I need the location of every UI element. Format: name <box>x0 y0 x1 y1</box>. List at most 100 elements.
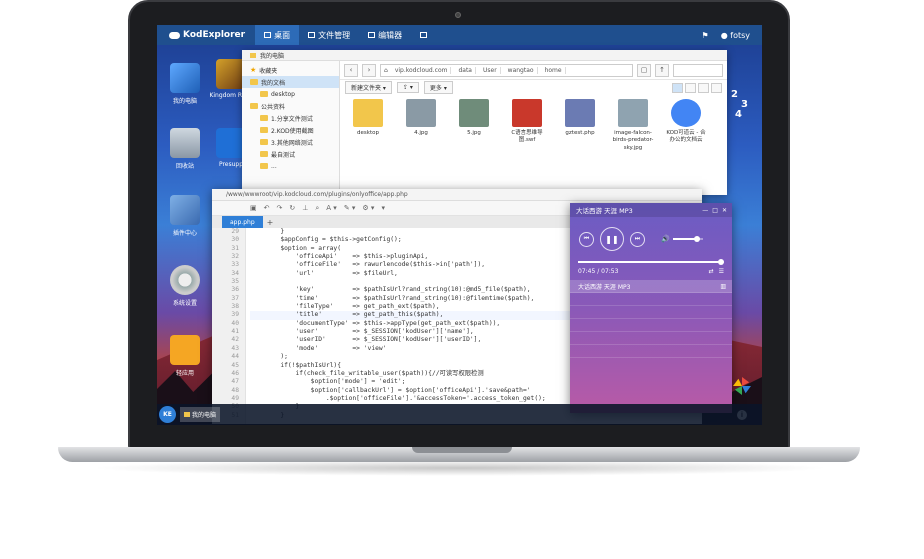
tree-label: ... <box>271 162 277 170</box>
brush-icon[interactable]: ✎ ▾ <box>344 204 356 212</box>
breadcrumb-item[interactable]: User <box>480 66 501 74</box>
settings-icon[interactable]: ⚙ ▾ <box>362 204 374 212</box>
window-title-bar[interactable]: 我的电脑 <box>242 50 727 61</box>
file-item[interactable]: 5.jpg <box>452 99 496 152</box>
split-view-button[interactable] <box>698 82 709 93</box>
tree-item[interactable]: 1.分享文件测试 <box>242 112 339 124</box>
desktop-icon-settings[interactable]: 系统设置 <box>161 265 209 307</box>
close-icon[interactable]: ✕ <box>722 207 727 214</box>
nav-tab-label: 文件管理 <box>318 30 351 40</box>
progress-bar[interactable] <box>578 259 725 265</box>
start-button[interactable]: KE <box>159 406 176 423</box>
grid-view-button[interactable] <box>672 82 683 93</box>
add-tab-icon[interactable]: + <box>267 218 274 227</box>
flag-icon[interactable]: ⚑ <box>702 31 709 40</box>
top-nav: KodExplorer 桌面 文件管理 编辑器 ⚑ ● fotsy <box>157 25 762 45</box>
redo-icon[interactable]: ↷ <box>277 204 283 212</box>
file-item[interactable]: desktop <box>346 99 390 152</box>
tree-item[interactable]: 最自测试 <box>242 148 339 160</box>
nav-tab-desktop[interactable]: 桌面 <box>255 25 300 45</box>
tree-item-favorites[interactable]: ★ 收藏夹 <box>242 64 339 76</box>
previous-button[interactable]: ⏮ <box>579 231 594 247</box>
pinwheel-icon[interactable] <box>733 377 751 395</box>
folder-icon <box>260 91 268 97</box>
playlist-icon[interactable]: ☰ <box>719 268 724 275</box>
save-icon[interactable]: ▣ <box>250 204 257 212</box>
chrome-icon <box>671 99 701 127</box>
search-input[interactable] <box>673 63 723 77</box>
file-item[interactable]: C语言思维导图.swf <box>505 99 549 152</box>
volume-slider[interactable] <box>672 236 703 242</box>
sort-button[interactable] <box>711 82 722 93</box>
tree-item[interactable]: 2.KOD使用截图 <box>242 124 339 136</box>
undo-icon[interactable]: ↶ <box>264 204 270 212</box>
file-name: C语言思维导图.swf <box>511 130 543 144</box>
file-item[interactable]: gztest.php <box>558 99 602 152</box>
new-folder-button[interactable]: 新建文件夹 ▾ <box>345 81 392 94</box>
line-number: 31 <box>231 244 239 252</box>
desktop-icon-label: 我的电脑 <box>172 98 197 105</box>
maximize-icon[interactable]: □ <box>712 207 718 214</box>
taskbar-item[interactable]: 我的电脑 <box>180 407 221 422</box>
back-button[interactable]: ‹ <box>344 63 358 77</box>
file-path: /www/wwwroot/vip.kodcloud.com/plugins/on… <box>226 191 408 198</box>
minimize-icon[interactable]: — <box>702 207 708 214</box>
breadcrumb-item[interactable]: data <box>455 66 476 74</box>
brand-name: KodExplorer <box>183 30 246 40</box>
playlist: 大话西游 天涯 MP3 ▥ <box>570 280 732 358</box>
desktop-icon-recycle-bin[interactable]: 回收站 <box>161 128 209 170</box>
file-grid: desktop 4.jpg 5.jpg C语言思维导图.swf gztest.p… <box>340 95 727 152</box>
upload-button[interactable]: ⇪ ▾ <box>396 82 419 93</box>
font-icon[interactable]: A ▾ <box>326 204 337 212</box>
tree-item-public[interactable]: 公共资料 <box>242 100 339 112</box>
tree-item-desktop[interactable]: desktop <box>242 88 339 100</box>
file-item[interactable]: 4.jpg <box>399 99 443 152</box>
volume-control: 🔊 <box>661 235 703 243</box>
brand[interactable]: KodExplorer <box>157 30 255 40</box>
refresh-icon[interactable]: ↻ <box>289 204 295 212</box>
tab-app-php[interactable]: app.php <box>222 216 263 228</box>
line-number: 40 <box>231 319 239 327</box>
file-item[interactable]: image-falcon-birds-predator-sky.jpg <box>611 99 655 152</box>
tree-item-my-docs[interactable]: 我的文档 <box>242 76 339 88</box>
loop-icon[interactable]: ⇄ <box>709 268 714 275</box>
button-label: 更多 <box>429 85 442 92</box>
desktop-icon-light-apps[interactable]: 轻应用 <box>161 335 209 377</box>
breadcrumb-item[interactable]: home <box>542 66 566 74</box>
nav-tab-editor[interactable]: 编辑器 <box>359 25 411 45</box>
list-view-button[interactable] <box>685 82 696 93</box>
player-title-bar[interactable]: 大话西游 天涯 MP3 — □ ✕ <box>570 203 732 217</box>
folder-button[interactable]: ▢ <box>637 63 651 77</box>
nav-tab-label: 编辑器 <box>378 30 403 40</box>
file-item[interactable]: KOD可道云 - 合办公的文档云 <box>664 99 708 152</box>
playlist-empty-row <box>570 345 732 358</box>
tree-item[interactable]: ... <box>242 160 339 172</box>
pin-icon[interactable]: ⊥ <box>302 204 308 212</box>
forward-button[interactable]: › <box>362 63 376 77</box>
nav-tab-apps[interactable] <box>411 25 436 45</box>
tree-label: 我的文档 <box>261 79 286 87</box>
up-button[interactable]: ↑ <box>655 63 669 77</box>
more-icon[interactable]: ▾ <box>381 204 385 212</box>
nav-tab-files[interactable]: 文件管理 <box>299 25 359 45</box>
breadcrumb-item[interactable]: vip.kodcloud.com <box>392 66 452 74</box>
playlist-item[interactable]: 大话西游 天涯 MP3 ▥ <box>570 280 732 293</box>
search-icon[interactable]: ⌕ <box>315 204 319 213</box>
desktop-icon-my-computer[interactable]: 我的电脑 <box>161 63 209 105</box>
line-numbers: 29 30 31 32 33 34 35 36 37 38 39 40 41 42 43 44 45 46 47 48… <box>212 228 246 424</box>
user-menu[interactable]: ● fotsy <box>721 31 750 40</box>
file-name: KOD可道云 - 合办公的文档云 <box>666 130 706 144</box>
folder-icon <box>260 127 268 133</box>
breadcrumb-item[interactable]: wangtao <box>505 66 538 74</box>
image-thumbnail <box>406 99 436 127</box>
editor-title-bar[interactable]: /www/wwwroot/vip.kodcloud.com/plugins/on… <box>212 189 702 201</box>
more-button[interactable]: 更多 ▾ <box>423 81 453 94</box>
cube-icon <box>170 195 200 225</box>
camera-icon <box>455 12 461 18</box>
tree-item[interactable]: 3.其他网络测试 <box>242 136 339 148</box>
next-button[interactable]: ⏭ <box>630 231 645 247</box>
desktop-icon-plugins[interactable]: 插件中心 <box>161 195 209 237</box>
pause-button[interactable]: ❚❚ <box>600 227 624 251</box>
volume-knob[interactable] <box>693 236 700 242</box>
shopping-bag-icon <box>170 335 200 365</box>
